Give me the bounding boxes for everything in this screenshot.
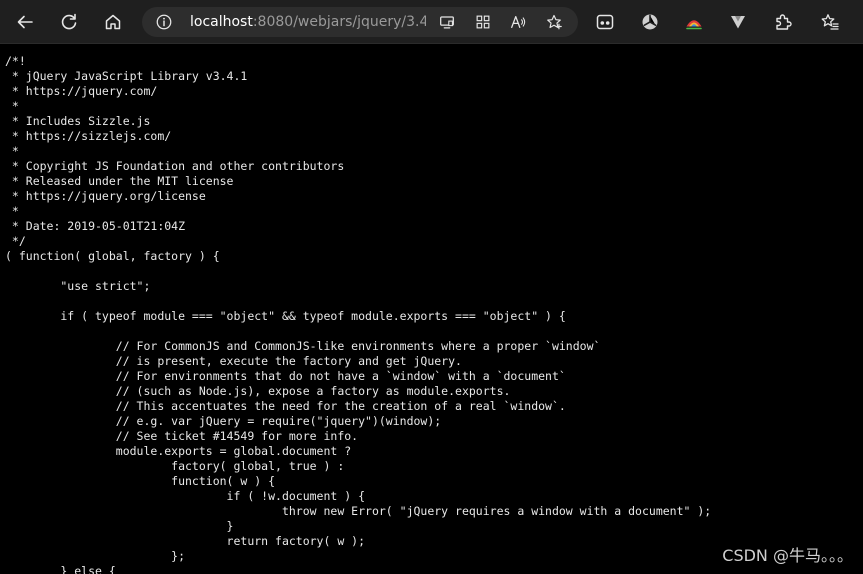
home-icon (105, 14, 121, 30)
browser-toolbar: localhost:8080/webjars/jquery/3.4.1/j... (0, 0, 863, 44)
code-line: // See ticket #14549 for more info. (5, 429, 359, 443)
browser-window: localhost:8080/webjars/jquery/3.4.1/j... (0, 0, 863, 574)
read-aloud-icon (511, 15, 526, 29)
code-line: * (5, 99, 19, 113)
cast-icon (440, 16, 454, 29)
code-line: } (5, 519, 234, 533)
refresh-icon (61, 13, 77, 30)
url-text[interactable]: localhost:8080/webjars/jquery/3.4.1/j... (190, 7, 426, 37)
code-line: * https://sizzlejs.com/ (5, 129, 172, 143)
extension-icon-1 (596, 14, 614, 30)
code-line: // is present, execute the factory and g… (5, 354, 462, 368)
address-bar[interactable]: localhost:8080/webjars/jquery/3.4.1/j... (142, 7, 578, 37)
url-path: :8080/webjars/jquery/3.4.1/j... (252, 14, 426, 30)
puzzle-icon (776, 14, 792, 30)
refresh-button[interactable] (53, 6, 85, 38)
code-line: */ (5, 234, 26, 248)
extension-icon-2 (642, 14, 658, 30)
extension-button-1[interactable] (589, 6, 621, 38)
favorites-list-icon (821, 14, 839, 30)
code-line: * Released under the MIT license (5, 174, 234, 188)
home-button[interactable] (97, 6, 129, 38)
back-button[interactable] (9, 6, 41, 38)
code-line: // This accentuates the need for the cre… (5, 399, 566, 413)
info-icon (156, 14, 172, 30)
url-host: localhost (190, 14, 253, 30)
code-line: if ( !w.document ) { (5, 489, 366, 503)
extension-icon-3 (686, 20, 702, 30)
code-line: "use strict"; (5, 279, 151, 293)
code-line: * Copyright JS Foundation and other cont… (5, 159, 345, 173)
cast-button[interactable] (436, 11, 458, 33)
code-line: function( w ) { (5, 474, 276, 488)
extension-icon-4 (731, 16, 745, 29)
code-line: module.exports = global.document ? (5, 444, 352, 458)
favorite-star-icon (547, 14, 562, 30)
code-line: * https://jquery.com/ (5, 84, 158, 98)
code-line: factory( global, true ) : (5, 459, 345, 473)
extension-button-4[interactable] (722, 6, 754, 38)
source-code: /*! * jQuery JavaScript Library v3.4.1 *… (5, 54, 863, 574)
read-aloud-button[interactable] (507, 11, 529, 33)
code-line: * Date: 2019-05-01T21:04Z (5, 219, 186, 233)
code-line: * jQuery JavaScript Library v3.4.1 (5, 69, 248, 83)
favorites-button[interactable] (814, 6, 846, 38)
page-viewport[interactable]: /*! * jQuery JavaScript Library v3.4.1 *… (0, 44, 863, 574)
code-line: // (such as Node.js), expose a factory a… (5, 384, 511, 398)
code-line: /*! (5, 54, 26, 68)
code-line: throw new Error( "jQuery requires a wind… (5, 504, 712, 518)
apps-grid-icon (476, 15, 490, 29)
code-line: // For environments that do not have a `… (5, 369, 566, 383)
add-favorite-button[interactable] (543, 11, 565, 33)
code-line: * Includes Sizzle.js (5, 114, 151, 128)
apps-button[interactable] (472, 11, 494, 33)
csdn-watermark: CSDN @牛马。。。 (722, 546, 853, 565)
code-line: * (5, 204, 19, 218)
code-line: * https://jquery.org/license (5, 189, 206, 203)
extension-button-2[interactable] (634, 6, 666, 38)
code-line: // e.g. var jQuery = require("jquery")(w… (5, 414, 442, 428)
extension-button-3[interactable] (678, 6, 710, 38)
code-line: if ( typeof module === "object" && typeo… (5, 309, 566, 323)
extensions-button[interactable] (767, 6, 799, 38)
code-line: * (5, 144, 19, 158)
code-line: ( function( global, factory ) { (5, 249, 220, 263)
code-line: // For CommonJS and CommonJS-like enviro… (5, 339, 601, 353)
back-arrow-icon (17, 15, 33, 29)
site-info-button[interactable] (154, 12, 174, 32)
